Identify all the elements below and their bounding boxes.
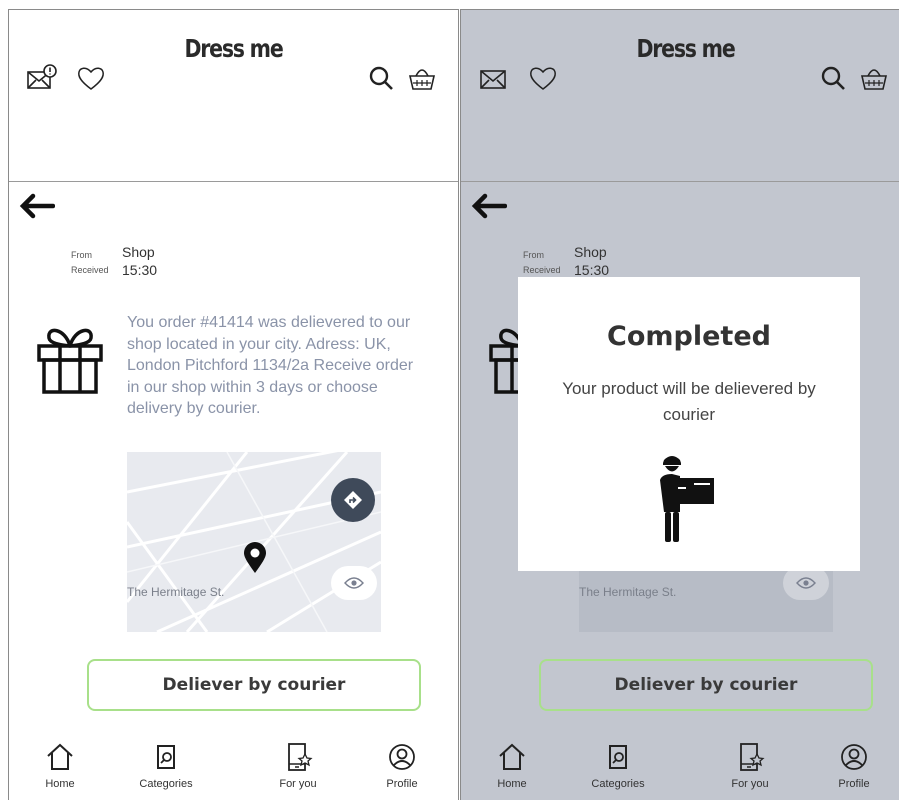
nav-item-profile[interactable]: Profile — [362, 742, 442, 790]
deliver-by-courier-button[interactable]: Deliever by courier — [539, 659, 873, 711]
received-value: 15:30 — [122, 262, 158, 278]
shop-map[interactable]: The Hermitage St. — [127, 452, 381, 632]
app-title: Dress me — [636, 34, 735, 63]
for-you-icon — [288, 743, 313, 771]
nav-item-for-you[interactable]: For you — [710, 742, 790, 790]
nav-item-categories[interactable]: Categories — [126, 742, 206, 790]
home-icon — [499, 743, 525, 770]
from-value: Shop — [122, 244, 155, 260]
back-arrow-icon[interactable] — [17, 192, 56, 220]
nav-label-profile: Profile — [386, 778, 418, 790]
courier-icon — [660, 456, 714, 542]
nav-item-categories[interactable]: Categories — [578, 742, 658, 790]
nav-label-for-you: For you — [279, 778, 317, 790]
nav-item-for-you[interactable]: For you — [258, 742, 338, 790]
nav-label-home: Home — [497, 778, 527, 790]
message-meta-values: Shop 15:30 — [574, 243, 609, 279]
for-you-icon — [740, 743, 765, 771]
basket-icon[interactable] — [858, 62, 890, 94]
bottom-nav: Home Categories For you Profile — [9, 742, 458, 800]
gift-icon — [35, 318, 105, 396]
nav-label-categories: Categories — [591, 778, 645, 790]
map-street-label: The Hermitage St. — [127, 585, 225, 599]
map-street-label: The Hermitage St. — [579, 585, 677, 599]
order-message-screen: Dress me From Received Shop 15:30 You or… — [8, 9, 459, 800]
received-label: Received — [71, 265, 109, 275]
categories-icon — [609, 745, 627, 769]
nav-item-home[interactable]: Home — [472, 742, 552, 790]
nav-label-home: Home — [45, 778, 75, 790]
eye-icon[interactable] — [331, 566, 377, 600]
mail-icon[interactable] — [478, 62, 510, 94]
deliver-by-courier-button[interactable]: Deliever by courier — [87, 659, 421, 711]
bottom-nav: Home Categories For you Profile — [461, 742, 899, 800]
nav-label-for-you: For you — [731, 778, 769, 790]
from-value: Shop — [574, 244, 607, 260]
nav-label-profile: Profile — [838, 778, 870, 790]
message-meta-values: Shop 15:30 — [122, 243, 157, 279]
nav-item-profile[interactable]: Profile — [814, 742, 894, 790]
map-pin-icon — [244, 542, 266, 573]
categories-icon — [157, 745, 175, 769]
profile-icon — [389, 744, 415, 770]
from-label: From — [523, 250, 544, 260]
app-header: Dress me — [9, 10, 458, 182]
search-icon[interactable] — [818, 62, 850, 94]
nav-label-categories: Categories — [139, 778, 193, 790]
heart-icon[interactable] — [75, 62, 107, 94]
profile-icon — [841, 744, 867, 770]
order-completed-screen: Dress me From Received Shop 15:30 The He… — [460, 9, 899, 800]
from-label: From — [71, 250, 92, 260]
received-label: Received — [523, 265, 561, 275]
app-title: Dress me — [184, 34, 283, 63]
directions-icon[interactable] — [331, 478, 375, 522]
message-meta-labels: From Received — [523, 248, 561, 278]
home-icon — [47, 743, 73, 770]
mail-alert-icon[interactable] — [26, 62, 58, 94]
search-icon[interactable] — [366, 62, 398, 94]
message-meta-labels: From Received — [71, 248, 109, 278]
basket-icon[interactable] — [406, 62, 438, 94]
app-header: Dress me — [461, 10, 899, 182]
back-arrow-icon[interactable] — [469, 192, 508, 220]
nav-item-home[interactable]: Home — [20, 742, 100, 790]
heart-icon[interactable] — [527, 62, 559, 94]
modal-title: Completed — [607, 321, 771, 352]
modal-text: Your product will be delievered by couri… — [562, 379, 816, 424]
completed-modal[interactable]: Completed Your product will be delievere… — [518, 277, 860, 571]
order-message-text: You order #41414 was delievered to our s… — [127, 314, 414, 417]
eye-icon[interactable] — [783, 566, 829, 600]
